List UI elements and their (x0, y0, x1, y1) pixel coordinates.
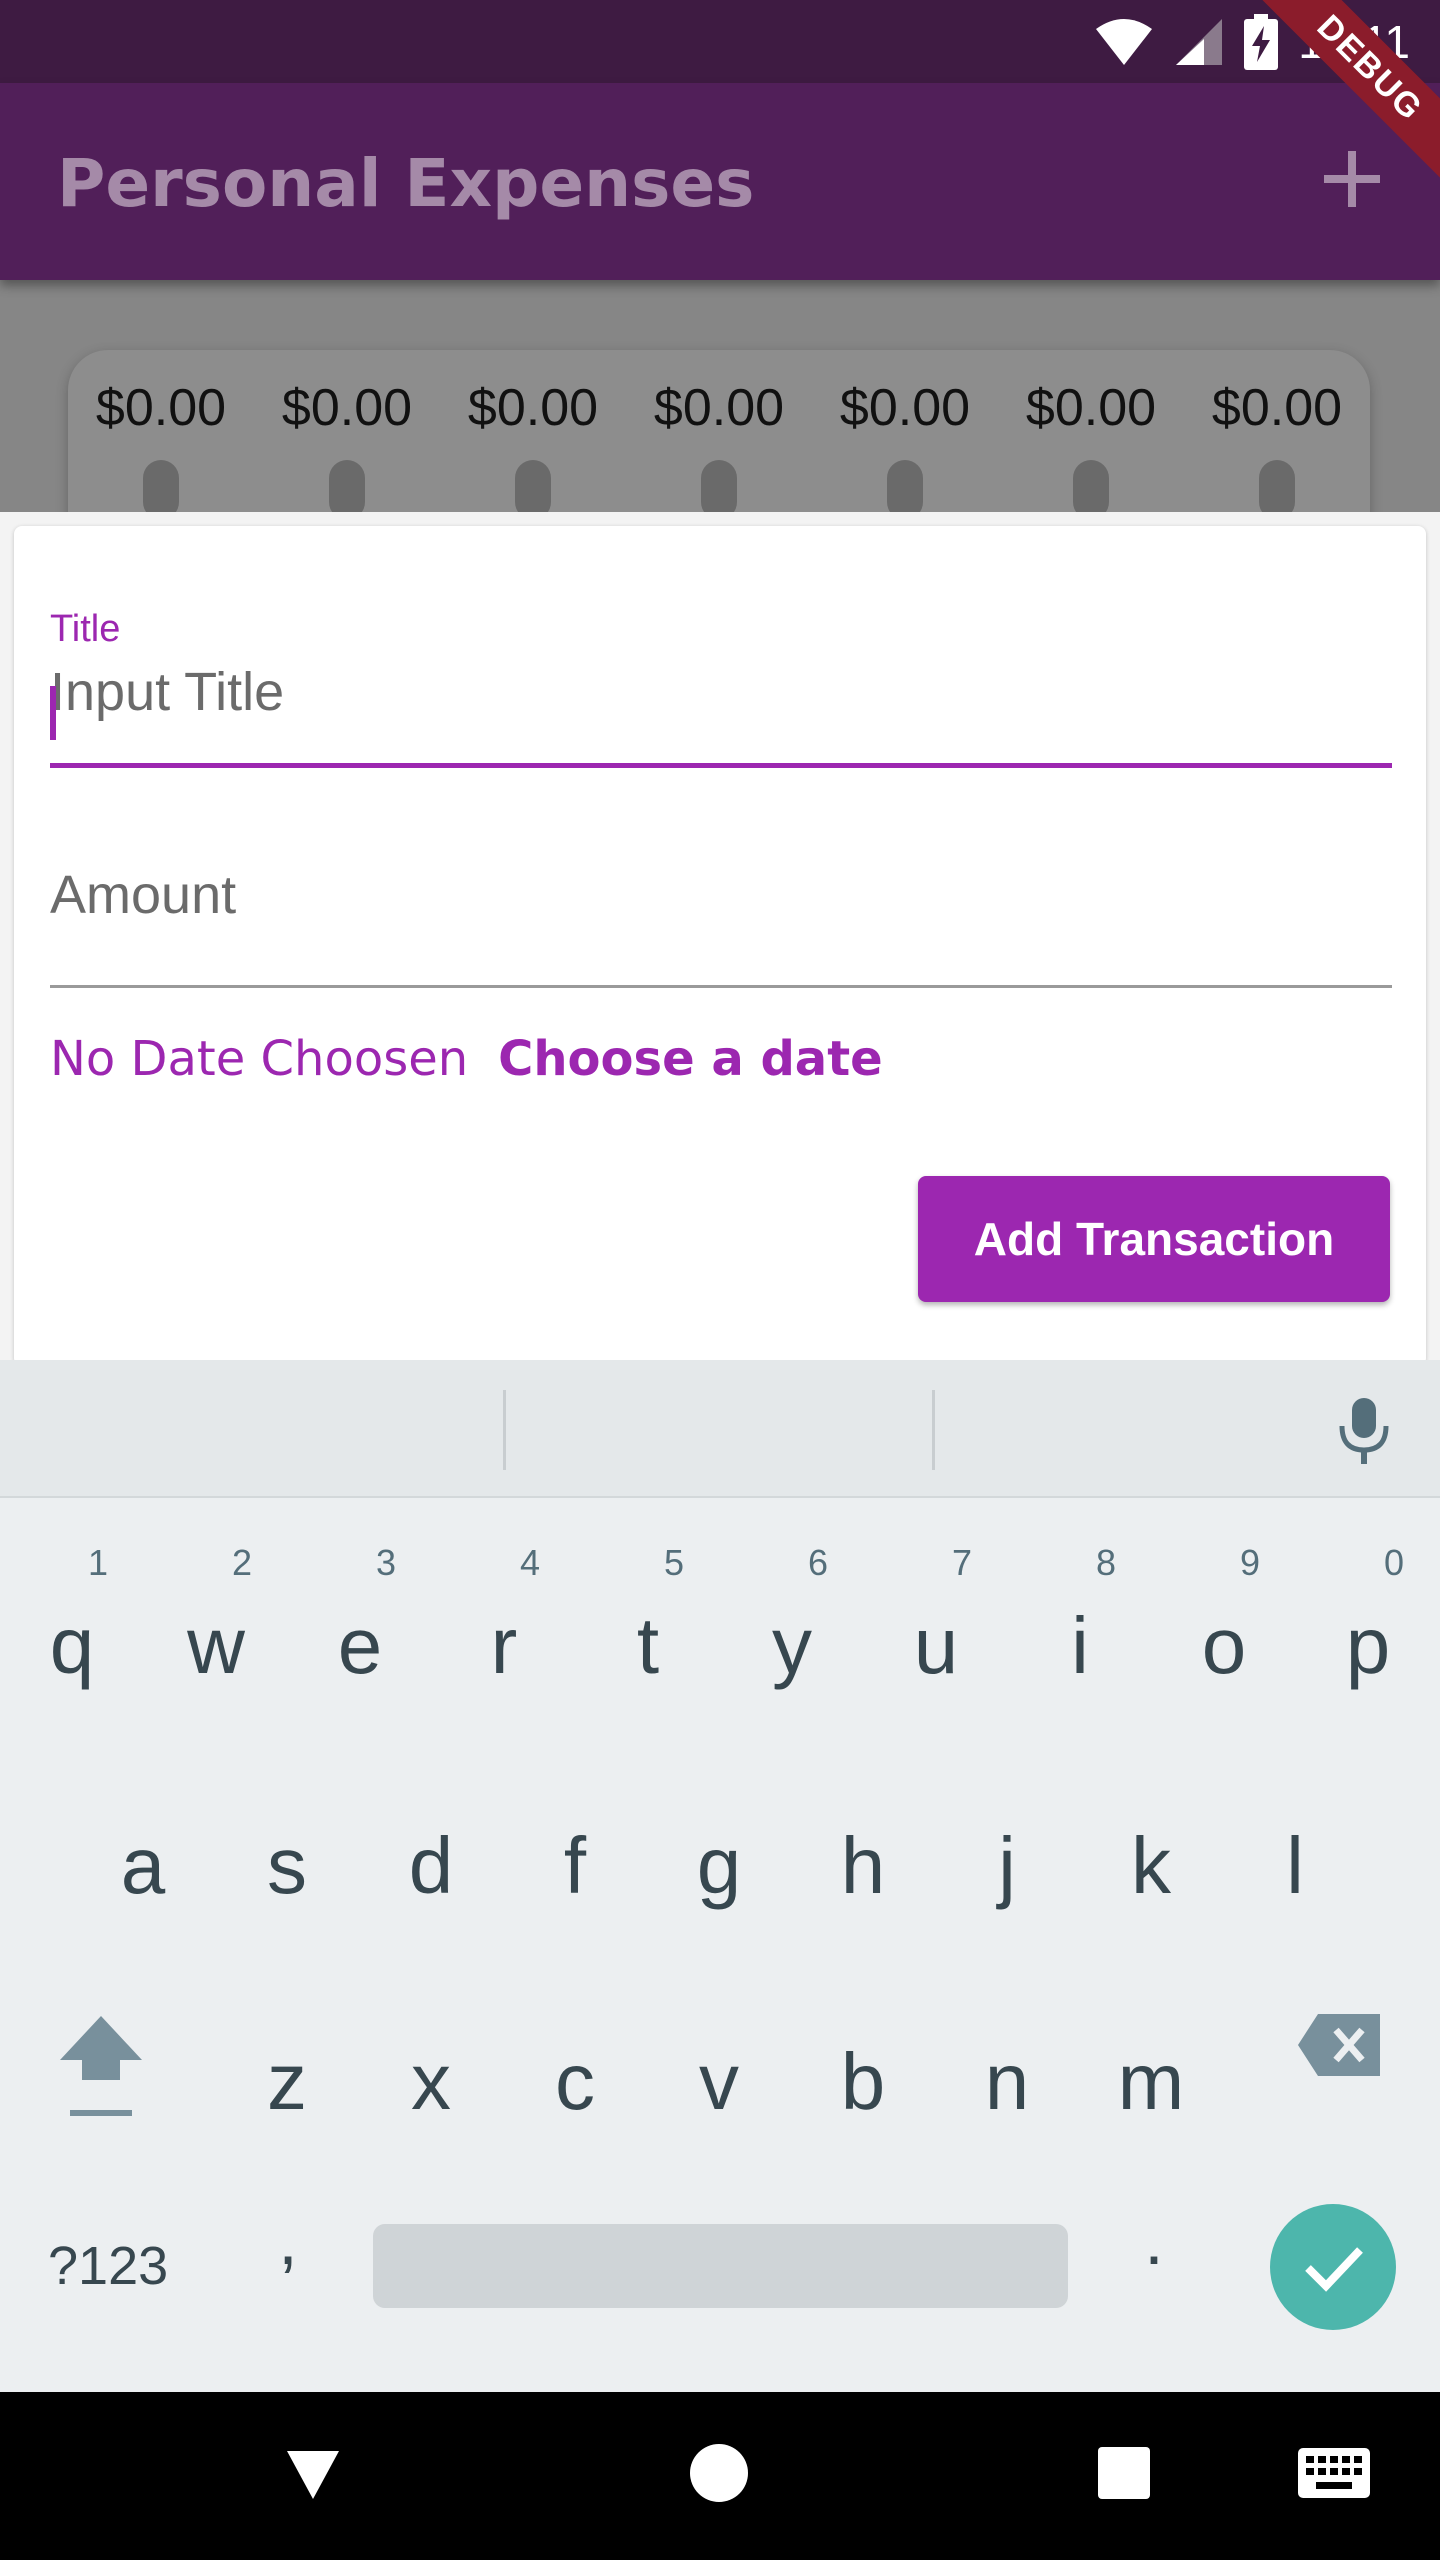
chart-bar-amount: $0.00 (467, 379, 599, 437)
chart-bar-fill (143, 460, 179, 520)
period-key[interactable]: . (1124, 2200, 1184, 2280)
amount-input[interactable] (50, 864, 1392, 926)
key-hint: 9 (1240, 1542, 1261, 1583)
suggestion-strip (0, 1360, 1440, 1498)
suggestion-divider (503, 1390, 506, 1470)
back-triangle-icon[interactable] (285, 2447, 341, 2503)
key-hint: 5 (664, 1542, 685, 1583)
key-g[interactable]: g (669, 1820, 769, 1912)
signal-icon (1176, 19, 1223, 65)
chart-bar-amount: $0.00 (839, 379, 971, 437)
key-hint: 2 (232, 1542, 253, 1583)
chart-bar: $0.00 (812, 350, 998, 520)
key-n[interactable]: n (957, 2036, 1057, 2128)
chart-bar-amount: $0.00 (95, 379, 227, 437)
microphone-icon[interactable] (1328, 1394, 1400, 1466)
enter-key[interactable] (1270, 2204, 1396, 2330)
key-hint: 7 (952, 1542, 973, 1583)
bottom-sheet: Title No Date Choosen Choose a date Add … (0, 512, 1440, 1366)
key-k[interactable]: k (1101, 1820, 1201, 1912)
chart-bar: $0.00 (1184, 350, 1370, 520)
key-e[interactable]: e (310, 1600, 410, 1692)
chart-bar-amount: $0.00 (1025, 379, 1157, 437)
recents-square-icon[interactable] (1098, 2447, 1150, 2499)
key-w[interactable]: w (166, 1600, 266, 1692)
space-bar[interactable] (373, 2224, 1068, 2308)
keyboard-icon[interactable] (1298, 2448, 1370, 2498)
key-hint: 4 (520, 1542, 541, 1583)
chart-background: $0.00 $0.00 $0.00 $0.00 $0.00 $0.00 $0.00 (0, 280, 1440, 570)
key-i[interactable]: i (1030, 1600, 1130, 1692)
chart-bar-fill (701, 460, 737, 520)
key-h[interactable]: h (813, 1820, 913, 1912)
text-cursor (50, 686, 56, 740)
key-b[interactable]: b (813, 2036, 913, 2128)
key-l[interactable]: l (1245, 1820, 1345, 1912)
amount-field[interactable] (50, 826, 1392, 988)
add-transaction-button[interactable]: Add Transaction (918, 1176, 1390, 1302)
key-z[interactable]: z (237, 2036, 337, 2128)
chart-bar: $0.00 (998, 350, 1184, 520)
chart-bar: $0.00 (626, 350, 812, 520)
title-input[interactable] (50, 661, 1392, 723)
shift-icon[interactable] (58, 2010, 144, 2120)
key-hint: 0 (1384, 1542, 1405, 1583)
chart-bar-amount: $0.00 (281, 379, 413, 437)
key-c[interactable]: c (525, 2036, 625, 2128)
check-icon (1305, 2247, 1363, 2292)
title-label: Title (50, 608, 121, 650)
chart-bar: $0.00 (68, 350, 254, 520)
key-p[interactable]: p (1318, 1600, 1418, 1692)
symbols-key[interactable]: ?123 (48, 2235, 168, 2297)
key-x[interactable]: x (381, 2036, 481, 2128)
chart-bar: $0.00 (254, 350, 440, 520)
key-v[interactable]: v (669, 2036, 769, 2128)
key-m[interactable]: m (1101, 2036, 1201, 2128)
chart-bar-fill (515, 460, 551, 520)
suggestion-divider (932, 1390, 935, 1470)
choose-date-button[interactable]: Choose a date (498, 1031, 883, 1087)
key-hint: 6 (808, 1542, 829, 1583)
wifi-icon (1096, 19, 1153, 65)
chart-bar-amount: $0.00 (1211, 379, 1343, 437)
chart-bar-fill (1073, 460, 1109, 520)
key-r[interactable]: r (454, 1600, 554, 1692)
chart-bar-amount: $0.00 (653, 379, 785, 437)
chart-bar-fill (329, 460, 365, 520)
chart-bar-fill (887, 460, 923, 520)
key-hint: 8 (1096, 1542, 1117, 1583)
key-u[interactable]: u (886, 1600, 986, 1692)
app-bar: Personal Expenses (0, 83, 1440, 280)
navigation-bar (0, 2392, 1440, 2560)
status-bar: 10:11 (0, 0, 1440, 83)
key-hint: 3 (376, 1542, 397, 1583)
soft-keyboard: q 1 w 2 e 3 r 4 t 5 y 6 u 7 i 8 o 9 p 0 asdfghjkl zxcvbnm ?… (0, 1360, 1440, 2392)
key-s[interactable]: s (237, 1820, 337, 1912)
plus-icon[interactable] (1320, 147, 1384, 211)
backspace-icon[interactable] (1296, 2012, 1382, 2078)
home-circle-icon[interactable] (690, 2444, 748, 2502)
key-d[interactable]: d (381, 1820, 481, 1912)
date-row: No Date Choosen Choose a date (50, 1031, 883, 1087)
chart-bar: $0.00 (440, 350, 626, 520)
chart-bars: $0.00 $0.00 $0.00 $0.00 $0.00 $0.00 $0.00 (68, 350, 1370, 520)
date-status-text: No Date Choosen (50, 1031, 469, 1087)
chart-bar-fill (1259, 460, 1295, 520)
new-transaction-form: Title No Date Choosen Choose a date Add … (14, 526, 1426, 1366)
battery-charging-icon (1244, 14, 1279, 70)
key-a[interactable]: a (93, 1820, 193, 1912)
key-o[interactable]: o (1174, 1600, 1274, 1692)
key-y[interactable]: y (742, 1600, 842, 1692)
app-title: Personal Expenses (57, 145, 755, 222)
key-t[interactable]: t (598, 1600, 698, 1692)
key-q[interactable]: q (22, 1600, 122, 1692)
title-field[interactable]: Title (50, 608, 1392, 768)
key-j[interactable]: j (957, 1820, 1057, 1912)
comma-key[interactable]: , (258, 2200, 318, 2280)
key-hint: 1 (88, 1542, 109, 1583)
key-f[interactable]: f (525, 1820, 625, 1912)
